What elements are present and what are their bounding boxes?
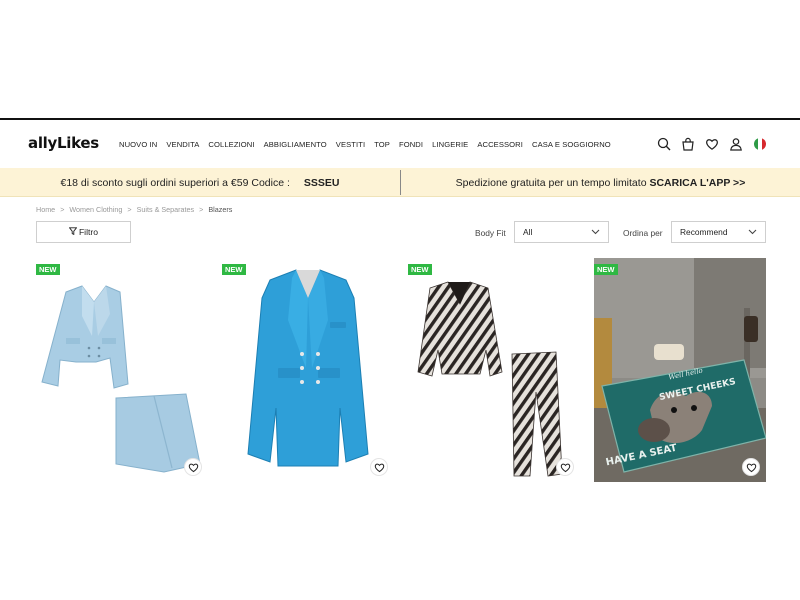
breadcrumb-separator: > — [199, 205, 204, 214]
breadcrumb-women-clothing[interactable]: Women Clothing — [69, 205, 122, 214]
nav-item-fondi[interactable]: FONDI — [399, 140, 423, 149]
product-card[interactable]: NEW — [36, 258, 208, 482]
promo-app-link[interactable]: SCARICA L'APP >> — [649, 177, 745, 189]
nav-item-top[interactable]: TOP — [374, 140, 390, 149]
italy-flag-icon[interactable] — [752, 136, 768, 152]
nav-item-abbigliamento[interactable]: ABBIGLIAMENTO — [264, 140, 327, 149]
chevron-down-icon — [591, 227, 600, 238]
product-image-blue-blazer — [247, 269, 369, 467]
breadcrumb-current: Blazers — [208, 205, 233, 214]
sort-label: Ordina per — [623, 228, 663, 238]
nav-item-casa-e-soggiorno[interactable]: CASA E SOGGIORNO — [532, 140, 611, 149]
product-card[interactable]: NEW — [222, 258, 394, 482]
promo-app[interactable]: Spedizione gratuita per un tempo limitat… — [401, 168, 800, 197]
new-badge: NEW — [222, 264, 246, 275]
body-fit-select[interactable]: All — [514, 221, 609, 243]
breadcrumb-separator: > — [127, 205, 132, 214]
nav-item-vendita[interactable]: VENDITA — [166, 140, 199, 149]
shopping-bag-icon[interactable] — [680, 136, 696, 152]
main-nav: NUOVO IN VENDITA COLLEZIONI ABBIGLIAMENT… — [119, 140, 611, 149]
wishlist-heart-icon[interactable] — [370, 458, 388, 476]
wishlist-heart-icon[interactable] — [742, 458, 760, 476]
account-user-icon[interactable] — [728, 136, 744, 152]
header-icons — [656, 136, 768, 152]
promo-code: SSSEU — [303, 176, 340, 189]
product-image-donkey-doormat: Well hello SWEET CHEEKS HAVE A SEAT — [594, 258, 766, 482]
wishlist-heart-icon[interactable] — [704, 136, 720, 152]
new-badge: NEW — [36, 264, 60, 275]
breadcrumb-home[interactable]: Home — [36, 205, 55, 214]
wishlist-heart-icon[interactable] — [556, 458, 574, 476]
nav-item-lingerie[interactable]: LINGERIE — [432, 140, 468, 149]
nav-item-accessori[interactable]: ACCESSORI — [477, 140, 523, 149]
new-badge: NEW — [594, 264, 618, 275]
filter-button[interactable]: Filtro — [36, 221, 131, 243]
promo-discount-text: €18 di sconto sugli ordini superiori a €… — [60, 176, 290, 189]
search-icon[interactable] — [656, 136, 672, 152]
sort-value: Recommend — [680, 227, 728, 237]
product-card[interactable]: NEW — [408, 258, 580, 482]
nav-item-vestiti[interactable]: VESTITI — [336, 140, 365, 149]
filter-button-label: Filtro — [78, 227, 99, 237]
funnel-icon — [68, 227, 78, 237]
new-badge: NEW — [408, 264, 432, 275]
product-image-light-blue-tweed-set — [41, 285, 201, 473]
product-image-zebra-print-set — [417, 281, 563, 477]
sort-select[interactable]: Recommend — [671, 221, 766, 243]
promo-shipping-text: Spedizione gratuita per un tempo limitat… — [455, 176, 647, 189]
breadcrumb-suits-separates[interactable]: Suits & Separates — [137, 205, 195, 214]
chevron-down-icon — [748, 227, 757, 238]
site-logo[interactable]: allyLikes — [28, 134, 99, 152]
nav-item-nuovo-in[interactable]: NUOVO IN — [119, 140, 157, 149]
wishlist-heart-icon[interactable] — [184, 458, 202, 476]
breadcrumb-separator: > — [60, 205, 65, 214]
site-header: allyLikes NUOVO IN VENDITA COLLEZIONI AB… — [0, 120, 800, 168]
body-fit-label: Body Fit — [475, 228, 506, 238]
promo-discount[interactable]: €18 di sconto sugli ordini superiori a €… — [0, 168, 400, 197]
breadcrumb: Home > Women Clothing > Suits & Separate… — [36, 205, 232, 214]
nav-item-collezioni[interactable]: COLLEZIONI — [208, 140, 254, 149]
product-card[interactable]: NEW Well hello SWEET CHEEKS HAVE A SEAT — [594, 258, 766, 482]
body-fit-value: All — [523, 227, 533, 237]
promo-bar: €18 di sconto sugli ordini superiori a €… — [0, 168, 800, 197]
